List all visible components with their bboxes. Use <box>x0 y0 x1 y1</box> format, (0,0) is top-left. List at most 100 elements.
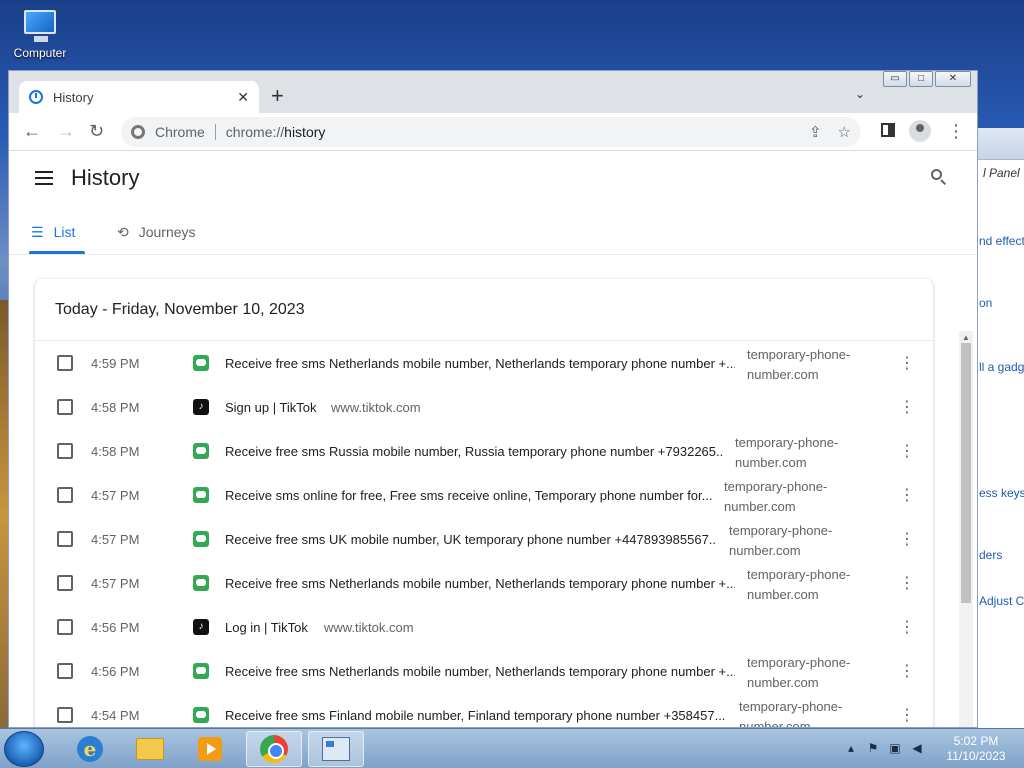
row-checkbox[interactable] <box>57 487 73 503</box>
browser-tab-history[interactable]: History ✕ <box>19 81 259 113</box>
row-checkbox[interactable] <box>57 355 73 371</box>
history-row[interactable]: 4:57 PM Receive free sms UK mobile numbe… <box>35 517 933 561</box>
address-separator <box>214 124 216 140</box>
history-icon <box>29 90 43 104</box>
address-chip: Chrome <box>155 124 205 140</box>
row-time: 4:57 PM <box>91 576 140 591</box>
row-title-link[interactable]: Receive free sms Russia mobile number, R… <box>225 444 723 459</box>
tab-close-icon[interactable]: ✕ <box>237 89 249 106</box>
row-time: 4:54 PM <box>91 708 140 723</box>
computer-icon <box>20 8 60 44</box>
tiktok-icon: ♪ <box>193 399 209 415</box>
row-checkbox[interactable] <box>57 575 73 591</box>
control-panel-link[interactable]: ess keys <box>979 486 1024 500</box>
row-more-icon[interactable]: ⋮ <box>899 617 915 637</box>
history-card: Today - Friday, November 10, 2023 4:59 P… <box>35 279 933 727</box>
active-tab-indicator <box>29 251 85 254</box>
desktop-computer-icon[interactable]: Computer <box>8 8 72 60</box>
history-row[interactable]: 4:57 PM Receive free sms Netherlands mob… <box>35 561 933 605</box>
row-title-link[interactable]: Receive free sms Finland mobile number, … <box>225 708 725 723</box>
bookmark-star-icon[interactable]: ☆ <box>838 123 851 141</box>
control-panel-link[interactable]: ders <box>979 548 1002 562</box>
row-title-link[interactable]: Receive sms online for free, Free sms re… <box>225 488 712 503</box>
row-checkbox[interactable] <box>57 531 73 547</box>
row-more-icon[interactable]: ⋮ <box>899 705 915 725</box>
reload-icon[interactable]: ↻ <box>89 121 104 141</box>
search-icon[interactable] <box>931 169 947 185</box>
row-checkbox[interactable] <box>57 443 73 459</box>
show-hidden-icons-icon[interactable]: ▴ <box>844 741 858 755</box>
sms-icon <box>193 443 209 459</box>
tab-journeys[interactable]: ⟲ Journeys <box>117 219 196 245</box>
address-bar[interactable]: Chrome chrome:// history ⇪ ☆ <box>121 117 861 147</box>
history-row[interactable]: 4:59 PM Receive free sms Netherlands mob… <box>35 341 933 385</box>
row-time: 4:56 PM <box>91 620 140 635</box>
network-icon[interactable]: ▣ <box>888 741 902 755</box>
scroll-up-arrow-icon[interactable]: ▲ <box>962 333 970 342</box>
chrome-taskbar-icon[interactable] <box>246 731 302 767</box>
row-domain: temporary-phone-number.com <box>747 347 851 382</box>
profile-avatar-icon[interactable] <box>909 120 931 142</box>
volume-muted-icon[interactable]: ◀ <box>910 741 924 755</box>
scrollbar-thumb[interactable] <box>961 343 971 603</box>
hamburger-menu-icon[interactable] <box>35 171 53 185</box>
row-title-link[interactable]: Receive free sms Netherlands mobile numb… <box>225 576 735 591</box>
row-title-link[interactable]: Receive free sms UK mobile number, UK te… <box>225 532 717 547</box>
control-panel-link[interactable]: ll a gadg <box>979 360 1024 374</box>
tab-list[interactable]: ☰ List <box>31 219 75 245</box>
taskbar-clock[interactable]: 5:02 PM 11/10/2023 <box>936 734 1016 764</box>
back-arrow-icon[interactable]: ← <box>23 121 41 141</box>
side-panel-icon[interactable] <box>881 123 895 137</box>
action-center-flag-icon[interactable]: ⚑ <box>866 741 880 755</box>
history-row[interactable]: 4:56 PM ♪ Log in | TikTok www.tiktok.com… <box>35 605 933 649</box>
tab-list-label: List <box>53 224 76 240</box>
row-more-icon[interactable]: ⋮ <box>899 529 915 549</box>
history-row[interactable]: 4:58 PM ♪ Sign up | TikTok www.tiktok.co… <box>35 385 933 429</box>
minimize-button[interactable]: ▭ <box>883 71 907 87</box>
row-title-link[interactable]: Sign up | TikTok <box>225 400 317 415</box>
history-row[interactable]: 4:58 PM Receive free sms Russia mobile n… <box>35 429 933 473</box>
close-window-button[interactable]: ✕ <box>935 71 971 87</box>
tab-journeys-label: Journeys <box>138 224 196 240</box>
row-title-link[interactable]: Log in | TikTok <box>225 620 308 635</box>
row-more-icon[interactable]: ⋮ <box>899 573 915 593</box>
browser-menu-icon[interactable]: ⋮ <box>947 121 965 142</box>
history-row[interactable]: 4:57 PM Receive sms online for free, Fre… <box>35 473 933 517</box>
control-panel-taskbar-icon[interactable] <box>308 731 364 767</box>
control-panel-link[interactable]: Adjust C <box>979 594 1024 608</box>
row-checkbox[interactable] <box>57 619 73 635</box>
row-title-link[interactable]: Receive free sms Netherlands mobile numb… <box>225 664 735 679</box>
history-row[interactable]: 4:56 PM Receive free sms Netherlands mob… <box>35 649 933 693</box>
sms-icon <box>193 707 209 723</box>
tab-search-chevron-icon[interactable]: ⌄ <box>855 87 865 101</box>
internet-explorer-icon[interactable]: e <box>62 731 118 767</box>
row-more-icon[interactable]: ⋮ <box>899 353 915 373</box>
address-host: history <box>284 124 326 140</box>
maximize-button[interactable]: □ <box>909 71 933 87</box>
sms-icon <box>193 355 209 371</box>
browser-toolbar: ← → ↻ Chrome chrome:// history ⇪ ☆ ⋮ <box>9 113 977 151</box>
start-button[interactable] <box>4 731 44 767</box>
row-more-icon[interactable]: ⋮ <box>899 661 915 681</box>
row-more-icon[interactable]: ⋮ <box>899 441 915 461</box>
control-panel-link[interactable]: nd effects <box>979 234 1024 248</box>
sms-icon <box>193 663 209 679</box>
row-checkbox[interactable] <box>57 399 73 415</box>
row-more-icon[interactable]: ⋮ <box>899 397 915 417</box>
sms-icon <box>193 531 209 547</box>
desktop-computer-label: Computer <box>13 46 67 60</box>
media-player-icon[interactable] <box>182 731 238 767</box>
tab-title: History <box>53 89 94 105</box>
row-title-link[interactable]: Receive free sms Netherlands mobile numb… <box>225 356 735 371</box>
control-panel-link[interactable]: on <box>979 296 992 310</box>
share-icon[interactable]: ⇪ <box>809 123 822 141</box>
row-more-icon[interactable]: ⋮ <box>899 485 915 505</box>
new-tab-button[interactable]: + <box>271 85 284 107</box>
forward-arrow-icon[interactable]: → <box>57 121 75 141</box>
row-checkbox[interactable] <box>57 707 73 723</box>
page-scrollbar[interactable]: ▲ <box>959 331 973 727</box>
history-row[interactable]: 4:54 PM Receive free sms Finland mobile … <box>35 693 933 727</box>
file-explorer-icon[interactable] <box>122 731 178 767</box>
row-checkbox[interactable] <box>57 663 73 679</box>
control-panel-window[interactable]: l Panel nd effects on ll a gadg ess keys… <box>976 128 1024 728</box>
